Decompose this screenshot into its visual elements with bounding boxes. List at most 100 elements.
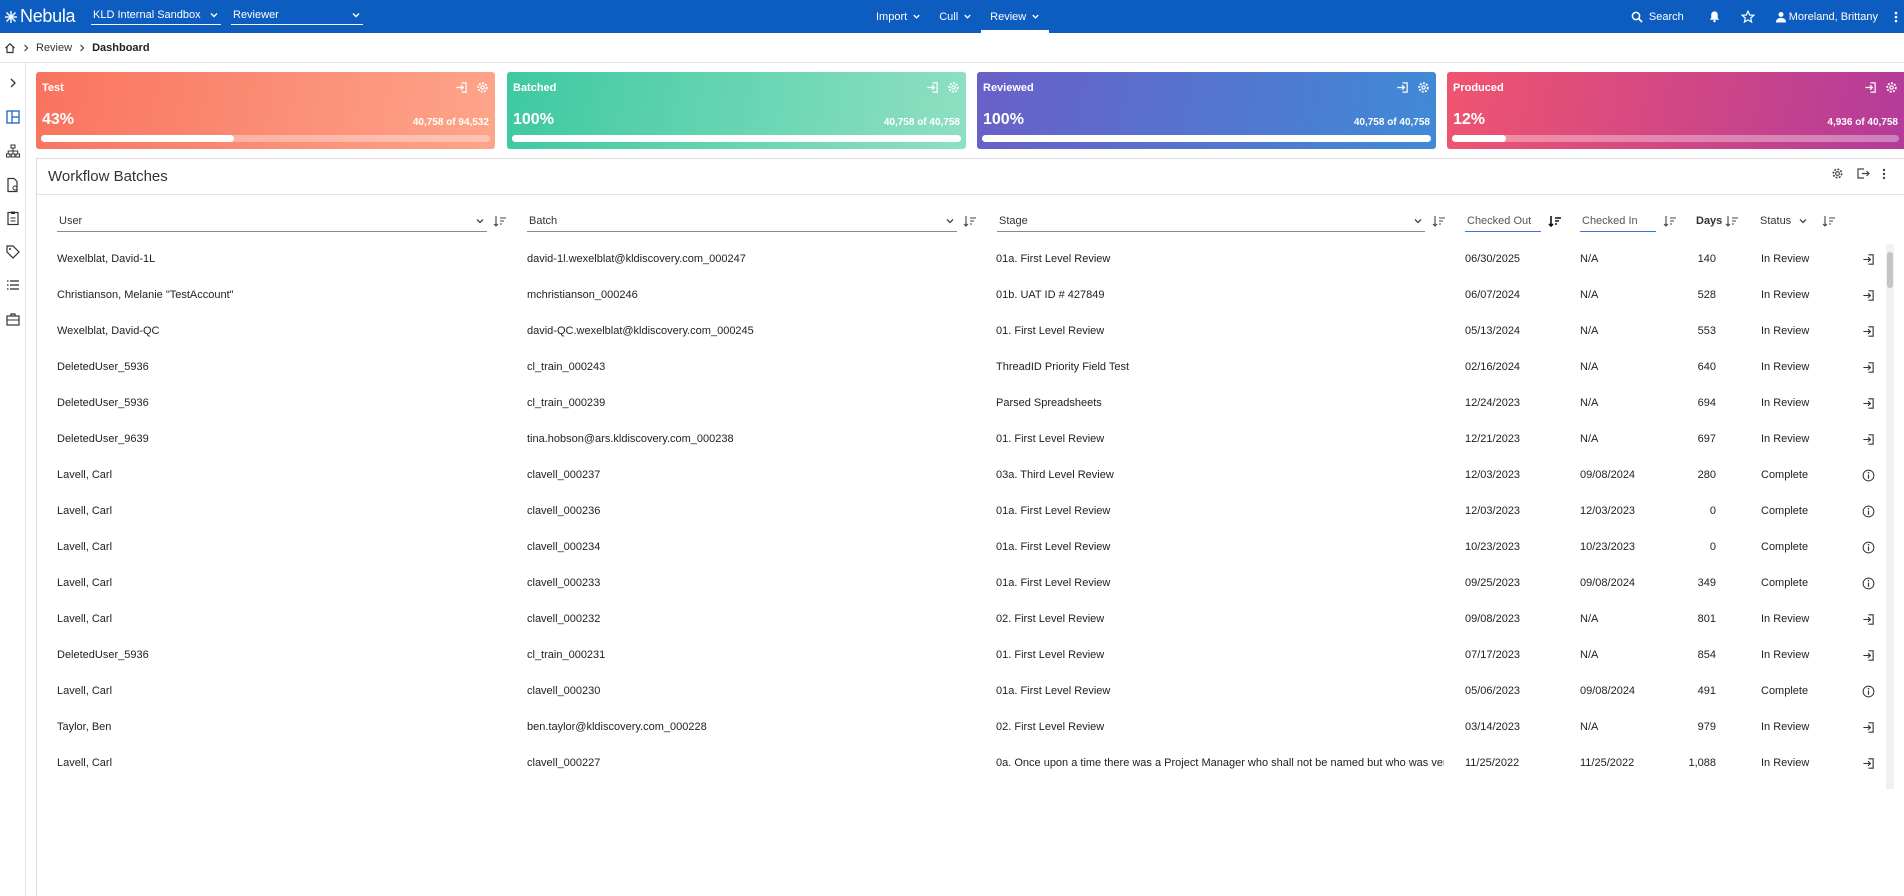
open-icon[interactable] — [1864, 81, 1877, 94]
tag-icon[interactable] — [5, 244, 21, 260]
open-icon[interactable] — [1396, 81, 1409, 94]
checkout-icon[interactable] — [1862, 253, 1875, 266]
cell-batch: david-QC.wexelblat@kldiscovery.com_00024… — [527, 325, 754, 337]
sort-checked-in-icon[interactable] — [1663, 215, 1677, 227]
clipboard-icon[interactable] — [5, 210, 21, 226]
top-right-actions: Search Moreland, Brittany — [1621, 0, 1904, 33]
checkout-icon[interactable] — [1862, 361, 1875, 374]
open-icon[interactable] — [455, 81, 468, 94]
column-header-status: Status — [1760, 215, 1792, 227]
status-filter-dropdown[interactable]: Status — [1758, 210, 1810, 232]
kebab-icon[interactable] — [1882, 168, 1886, 180]
checkout-icon[interactable] — [1862, 757, 1875, 770]
table-row[interactable]: DeletedUser_5936 cl_train_000243 ThreadID … — [36, 350, 1886, 386]
notifications-button[interactable] — [1698, 10, 1731, 23]
open-icon[interactable] — [926, 81, 939, 94]
card-reviewed[interactable]: Reviewed 100% 40,758 of 40,758 — [977, 72, 1436, 149]
cell-days: 140 — [1697, 253, 1716, 265]
table-row[interactable]: Christianson, Melanie "TestAccount" mchri… — [36, 278, 1886, 314]
hierarchy-icon[interactable] — [5, 143, 21, 159]
cell-days: 0 — [1709, 541, 1716, 553]
nav-import[interactable]: Import — [867, 0, 930, 33]
settings-gear-icon[interactable] — [1831, 167, 1844, 180]
dashboard-icon[interactable] — [5, 109, 21, 125]
cell-user: DeletedUser_5936 — [57, 649, 149, 661]
sort-stage-icon[interactable] — [1432, 215, 1446, 227]
user-menu[interactable]: Moreland, Brittany — [1765, 11, 1888, 23]
checked-in-filter-input[interactable]: Checked In — [1580, 210, 1656, 232]
cell-days: 979 — [1697, 721, 1716, 733]
briefcase-icon[interactable] — [5, 311, 21, 327]
checkout-icon[interactable] — [1862, 325, 1875, 338]
document-search-icon[interactable] — [5, 177, 21, 193]
scrollbar-thumb[interactable] — [1887, 252, 1893, 288]
nav-cull[interactable]: Cull — [930, 0, 981, 33]
list-icon[interactable] — [5, 277, 21, 293]
checkout-icon[interactable] — [1862, 397, 1875, 410]
breadcrumb-review[interactable]: Review — [36, 42, 72, 54]
workspace-select[interactable]: KLD Internal Sandbox — [91, 5, 221, 25]
cell-status: In Review — [1761, 757, 1810, 769]
card-produced[interactable]: Produced 12% 4,936 of 40,758 — [1447, 72, 1904, 149]
sort-user-icon[interactable] — [493, 215, 507, 227]
table-row[interactable]: Lavell, Carl clavell_000237 03a. Third Lev… — [36, 458, 1886, 494]
nav-review[interactable]: Review — [981, 0, 1050, 33]
stage-filter-dropdown[interactable]: Stage — [997, 210, 1425, 232]
sort-batch-icon[interactable] — [963, 215, 977, 227]
favorites-button[interactable] — [1731, 9, 1765, 24]
settings-gear-icon[interactable] — [947, 81, 960, 94]
table-row[interactable]: DeletedUser_5936 cl_train_000231 01. First… — [36, 638, 1886, 674]
checkout-icon[interactable] — [1862, 649, 1875, 662]
table-row[interactable]: Lavell, Carl clavell_000234 01a. First Lev… — [36, 530, 1886, 566]
settings-gear-icon[interactable] — [1885, 81, 1898, 94]
role-select[interactable]: Reviewer — [231, 5, 363, 25]
expand-rail-chevron-right-icon[interactable] — [5, 75, 21, 91]
table-row[interactable]: Lavell, Carl clavell_000232 02. First Leve… — [36, 602, 1886, 638]
settings-gear-icon[interactable] — [476, 81, 489, 94]
user-name: Moreland, Brittany — [1788, 10, 1878, 23]
user-filter-dropdown[interactable]: User — [57, 210, 487, 232]
sort-status-icon[interactable] — [1822, 215, 1836, 227]
card-count: 4,936 of 40,758 — [1827, 117, 1898, 128]
info-icon[interactable] — [1862, 505, 1875, 518]
card-count: 40,758 of 94,532 — [412, 117, 489, 128]
table-scrollbar[interactable] — [1886, 244, 1894, 789]
cell-checked-out: 09/08/2023 — [1465, 613, 1521, 625]
search-button[interactable]: Search — [1621, 11, 1698, 23]
info-icon[interactable] — [1862, 685, 1875, 698]
sort-checked-out-active-icon[interactable] — [1548, 215, 1562, 227]
table-row[interactable]: Lavell, Carl clavell_000233 01a. First Lev… — [36, 566, 1886, 602]
info-icon[interactable] — [1862, 469, 1875, 482]
table-row[interactable]: Lavell, Carl clavell_000236 01a. First Lev… — [36, 494, 1886, 530]
table-row[interactable]: DeletedUser_5936 cl_train_000239 Parsed Sp… — [36, 386, 1886, 422]
batch-filter-dropdown[interactable]: Batch — [527, 210, 957, 232]
checked-out-filter-input[interactable]: Checked Out — [1465, 210, 1541, 232]
table-row[interactable]: Lavell, Carl clavell_000230 01a. First Lev… — [36, 674, 1886, 710]
table-row[interactable]: DeletedUser_9639 tina.hobson@ars.kldiscov… — [36, 422, 1886, 458]
export-icon[interactable] — [1856, 167, 1870, 180]
checkout-icon[interactable] — [1862, 289, 1875, 302]
checkout-icon[interactable] — [1862, 433, 1875, 446]
table-row[interactable]: Taylor, Ben ben.taylor@kldiscovery.com_00… — [36, 710, 1886, 746]
brand-logo[interactable]: Nebula — [4, 0, 76, 33]
table-row[interactable]: Wexelblat, David-QC david-QC.wexelblat@kl… — [36, 314, 1886, 350]
table-row[interactable]: Lavell, Carl clavell_000227 0a. Once upon … — [36, 746, 1886, 782]
card-batched[interactable]: Batched 100% 40,758 of 40,758 — [507, 72, 966, 149]
star-icon — [1740, 9, 1755, 24]
nebula-logo-icon — [4, 10, 18, 24]
home-icon[interactable] — [4, 42, 16, 54]
checkout-icon[interactable] — [1862, 613, 1875, 626]
settings-gear-icon[interactable] — [1417, 81, 1430, 94]
checkout-icon[interactable] — [1862, 721, 1875, 734]
info-icon[interactable] — [1862, 541, 1875, 554]
cell-days: 280 — [1697, 469, 1716, 481]
cell-user: Lavell, Carl — [57, 577, 113, 589]
cell-stage: 01b. UAT ID # 427849 — [996, 289, 1105, 301]
table-row[interactable]: Wexelblat, David-1L david-1l.wexelblat@kl… — [36, 242, 1886, 278]
chevron-down-icon — [1031, 12, 1040, 21]
sort-days-icon[interactable] — [1725, 215, 1739, 227]
card-test[interactable]: Test 43% 40,758 of 94,532 — [36, 72, 495, 149]
cell-status: Complete — [1761, 469, 1809, 481]
more-menu-button[interactable] — [1888, 11, 1904, 23]
info-icon[interactable] — [1862, 577, 1875, 590]
